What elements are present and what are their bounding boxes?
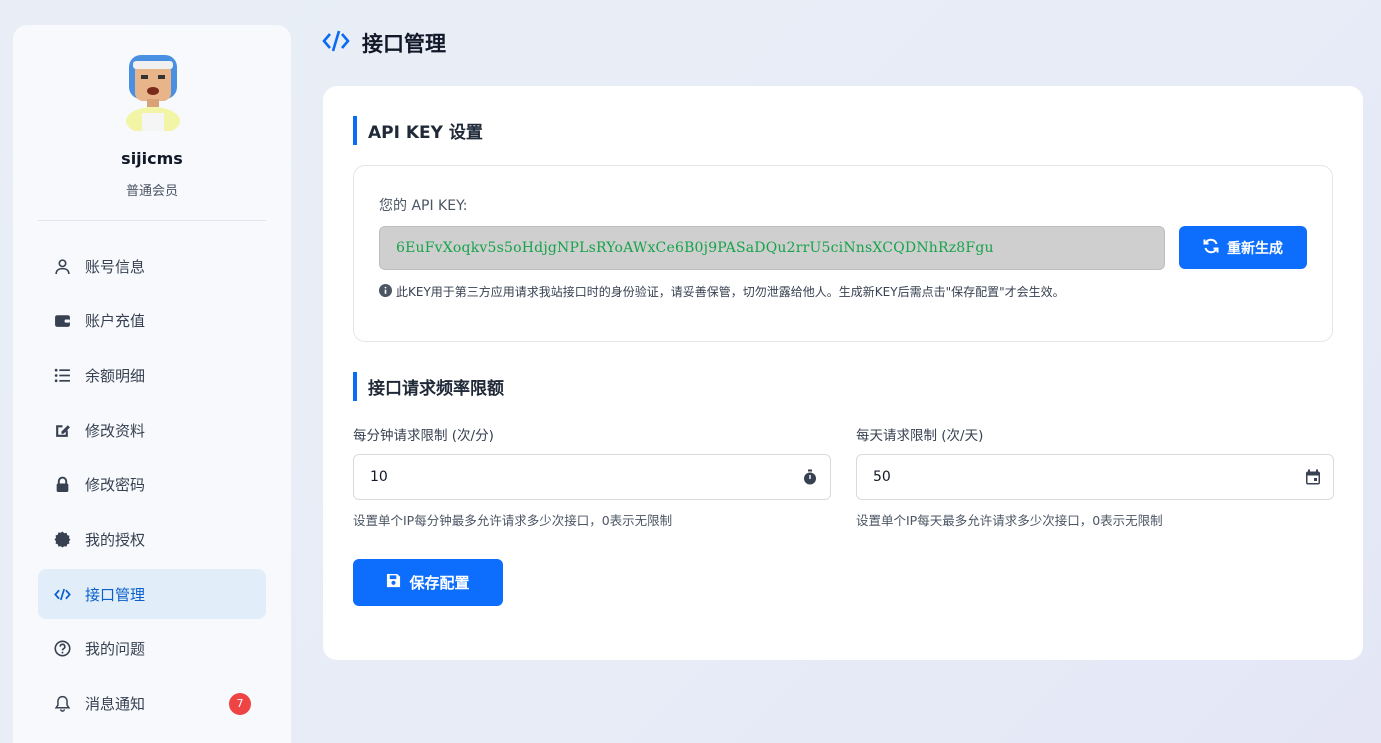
user-level: 普通会员 xyxy=(125,184,178,199)
code-icon xyxy=(322,29,362,57)
api-key-section-title: API KEY 设置 xyxy=(353,116,483,145)
sidebar-item-notifications[interactable]: 消息通知 7 xyxy=(38,679,266,729)
sidebar-item-label: 余额明细 xyxy=(85,366,146,385)
sidebar-item-label: 我的授权 xyxy=(85,530,146,549)
api-key-field[interactable]: 6EuFvXoqkv5s5oHdjgNPLsRYoAWxCe6B0j9PASaD… xyxy=(379,226,1165,270)
api-key-label: 您的 API KEY: xyxy=(379,198,468,214)
sidebar-divider xyxy=(38,220,266,221)
save-label: 保存配置 xyxy=(409,574,470,592)
sidebar-item-api-management[interactable]: 接口管理 xyxy=(38,569,266,620)
page-header: 接口管理 xyxy=(322,28,446,58)
api-key-note: 此KEY用于第三方应用请求我站接口时的身份验证，请妥善保管，切勿泄露给他人。生成… xyxy=(379,283,1065,300)
refresh-icon xyxy=(1203,238,1227,258)
sidebar-item-change-password[interactable]: 修改密码 xyxy=(38,460,266,510)
per-day-input[interactable]: 50 xyxy=(856,454,1334,500)
certificate-icon xyxy=(52,529,72,549)
api-key-note-text: 此KEY用于第三方应用请求我站接口时的身份验证，请妥善保管，切勿泄露给他人。生成… xyxy=(396,285,1065,299)
sidebar-menu: 账号信息 账户充值 余额明细 修改资料 修改密码 我的授权 接口管理 我的问题 … xyxy=(38,241,266,733)
api-key-box: 您的 API KEY: 6EuFvXoqkv5s5oHdjgNPLsRYoAWx… xyxy=(353,165,1333,342)
per-day-value: 50 xyxy=(873,469,891,485)
edit-icon xyxy=(52,420,72,440)
per-minute-label: 每分钟请求限制 (次/分) xyxy=(353,428,494,444)
avatar xyxy=(125,51,181,135)
sidebar-item-my-questions[interactable]: 我的问题 xyxy=(38,624,266,674)
calendar-icon xyxy=(1305,469,1321,485)
api-settings-card: API KEY 设置 您的 API KEY: 6EuFvXoqkv5s5oHdj… xyxy=(323,86,1363,660)
sidebar-item-label: 修改密码 xyxy=(85,476,146,495)
regenerate-key-button[interactable]: 重新生成 xyxy=(1179,226,1307,269)
user-icon xyxy=(52,256,72,276)
question-icon xyxy=(52,639,72,659)
sidebar: sijicms 普通会员 账号信息 账户充值 余额明细 修改资料 修改密码 我的… xyxy=(13,25,291,743)
sidebar-item-edit-profile[interactable]: 修改资料 xyxy=(38,405,266,455)
save-config-button[interactable]: 保存配置 xyxy=(353,559,503,606)
stopwatch-icon xyxy=(802,469,818,485)
list-icon xyxy=(52,365,72,385)
sidebar-item-label: 修改资料 xyxy=(85,421,146,440)
wallet-icon xyxy=(52,311,72,331)
rate-limit-section-title: 接口请求频率限额 xyxy=(353,372,504,401)
sidebar-item-label: 账户充值 xyxy=(85,312,146,331)
per-day-help: 设置单个IP每天最多允许请求多少次接口，0表示无限制 xyxy=(856,513,1163,528)
sidebar-item-label: 消息通知 xyxy=(85,695,146,713)
sidebar-item-account-info[interactable]: 账号信息 xyxy=(38,241,266,291)
sidebar-item-my-authorization[interactable]: 我的授权 xyxy=(38,514,266,564)
lock-icon xyxy=(52,475,72,495)
sidebar-item-label: 我的问题 xyxy=(85,640,146,659)
page-title: 接口管理 xyxy=(362,32,446,56)
save-icon xyxy=(386,573,409,592)
notification-badge: 7 xyxy=(229,692,251,715)
sidebar-item-balance-details[interactable]: 余额明细 xyxy=(38,350,266,400)
per-minute-help: 设置单个IP每分钟最多允许请求多少次接口，0表示无限制 xyxy=(353,513,673,528)
per-minute-value: 10 xyxy=(370,469,388,485)
sidebar-item-label: 账号信息 xyxy=(85,257,146,276)
per-minute-input[interactable]: 10 xyxy=(353,454,831,500)
info-icon xyxy=(379,283,396,300)
sidebar-item-recharge[interactable]: 账户充值 xyxy=(38,296,266,346)
per-day-label: 每天请求限制 (次/天) xyxy=(856,428,984,444)
bell-icon xyxy=(52,694,72,714)
code-icon xyxy=(52,584,72,604)
sidebar-item-label: 接口管理 xyxy=(85,585,146,604)
regenerate-label: 重新生成 xyxy=(1227,240,1283,257)
username: sijicms xyxy=(121,149,183,168)
